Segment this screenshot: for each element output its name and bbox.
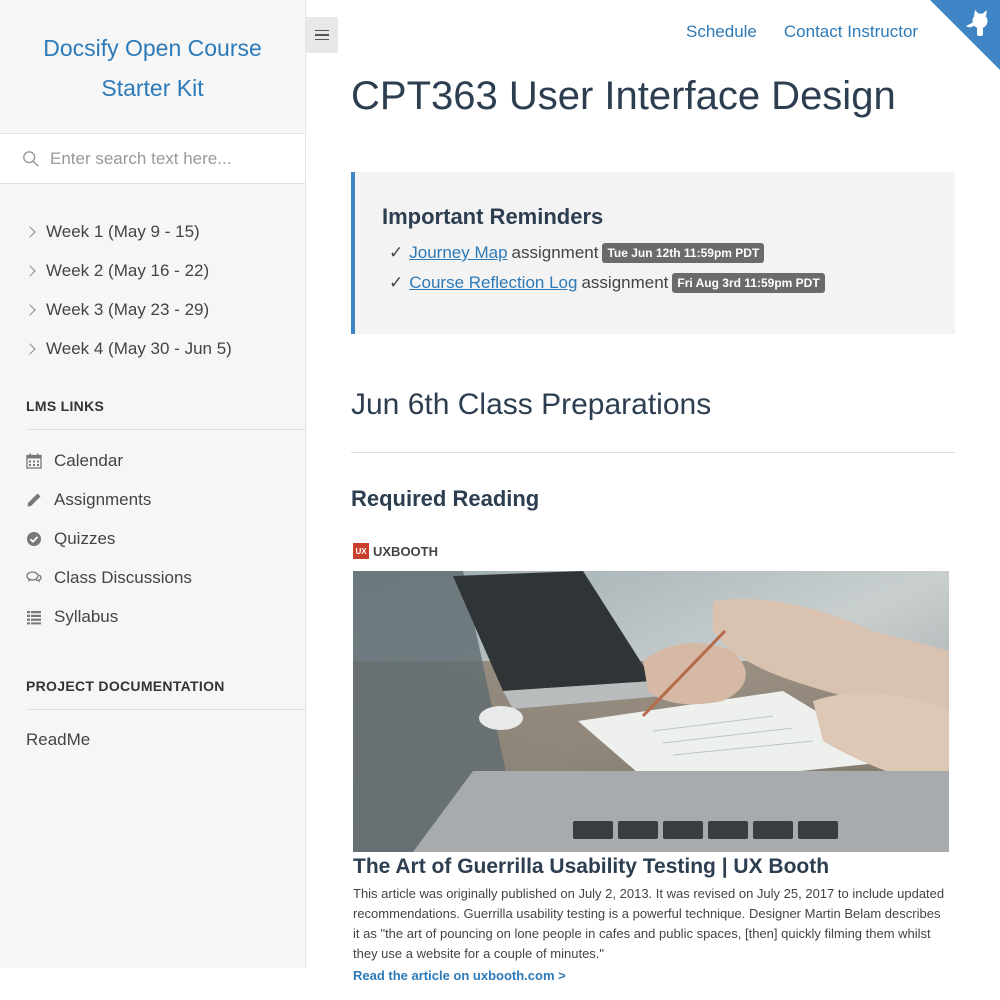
sidebar-item-week-1[interactable]: Week 1 (May 9 - 15) [0, 212, 305, 251]
sidebar-item-label: Week 4 (May 30 - Jun 5) [46, 338, 232, 358]
top-nav: Schedule Contact Instructor [686, 22, 918, 42]
sidebar-item-class-discussions[interactable]: Class Discussions [0, 558, 305, 597]
article-description: This article was originally published on… [353, 886, 945, 961]
github-octocat-icon [930, 0, 1000, 70]
sidebar-item-week-3[interactable]: Week 3 (May 23 - 29) [0, 290, 305, 329]
journey-map-link[interactable]: Journey Map [409, 238, 507, 268]
section-heading: Jun 6th Class Preparations [351, 388, 712, 421]
calendar-icon [26, 453, 42, 469]
pencil-icon [26, 492, 42, 508]
app-name-link-line2[interactable]: Starter Kit [0, 68, 305, 108]
page-title: CPT363 User Interface Design [351, 74, 896, 118]
sidebar-item-calendar[interactable]: Calendar [0, 441, 305, 480]
sidebar-toggle-button[interactable] [306, 17, 338, 53]
chevron-right-icon [24, 225, 36, 238]
sidebar-item-readme[interactable]: ReadMe [0, 730, 305, 750]
read-article-link[interactable]: Read the article on uxbooth.com > [353, 968, 566, 983]
search-icon [23, 150, 39, 167]
subsection-heading: Required Reading [351, 486, 540, 511]
search-bar [0, 134, 305, 184]
divider [26, 429, 306, 430]
sidebar-item-label: Calendar [54, 450, 123, 470]
app-name: Docsify Open Course Starter Kit [0, 0, 305, 134]
sidebar-item-assignments[interactable]: Assignments [0, 480, 305, 519]
sidebar-item-label: Assignments [54, 489, 152, 509]
sidebar-item-week-2[interactable]: Week 2 (May 16 - 22) [0, 251, 305, 290]
reminder-text: assignment [581, 273, 669, 292]
checkmark-icon: ✓ [389, 273, 404, 292]
due-date-badge: Fri Aug 3rd 11:59pm PDT [672, 273, 825, 293]
checkmark-icon: ✓ [389, 243, 404, 262]
nav-link-schedule[interactable]: Schedule [686, 22, 757, 42]
week-list: Week 1 (May 9 - 15) Week 2 (May 16 - 22)… [0, 184, 305, 368]
course-reflection-log-link[interactable]: Course Reflection Log [409, 268, 577, 298]
sidebar-item-label: Syllabus [54, 606, 119, 626]
hamburger-icon-line [315, 38, 329, 41]
reminder-item: ✓ Journey Map assignment Tue Jun 12th 11… [382, 238, 955, 268]
sidebar-item-label: Week 2 (May 16 - 22) [46, 260, 210, 280]
search-input[interactable] [50, 148, 290, 169]
sidebar-item-label: Quizzes [54, 528, 116, 548]
article-title[interactable]: The Art of Guerrilla Usability Testing |… [353, 855, 829, 879]
lms-links-list: Calendar Assignments Quizzes Class Discu… [0, 441, 305, 636]
reminders-heading: Important Reminders [382, 204, 604, 229]
uxbooth-logo: UX [353, 543, 369, 559]
reminder-text: assignment [511, 243, 599, 262]
sidebar-item-syllabus[interactable]: Syllabus [0, 597, 305, 636]
app-name-link-line1[interactable]: Docsify Open Course [0, 28, 305, 68]
hamburger-icon-line [315, 29, 329, 32]
list-icon [26, 609, 42, 625]
lms-links-heading: LMS LINKS [26, 398, 105, 414]
link-card-site: UX UXBOOTH [353, 543, 438, 559]
github-corner-link[interactable] [930, 0, 1000, 70]
divider [26, 709, 306, 710]
chevron-right-icon [24, 264, 36, 277]
project-docs-heading: PROJECT DOCUMENTATION [26, 678, 225, 694]
nav-link-contact-instructor[interactable]: Contact Instructor [784, 22, 918, 42]
reminders-box: Important Reminders ✓ Journey Map assign… [351, 172, 955, 334]
reminder-item: ✓ Course Reflection Log assignment Fri A… [382, 268, 955, 298]
sidebar-item-label: Week 3 (May 23 - 29) [46, 299, 210, 319]
sidebar: Docsify Open Course Starter Kit Week 1 (… [0, 0, 306, 968]
article-thumbnail-image[interactable] [353, 571, 949, 852]
divider [351, 452, 955, 453]
sidebar-item-label: Class Discussions [54, 567, 192, 587]
site-name: UXBOOTH [373, 543, 438, 559]
due-date-badge: Tue Jun 12th 11:59pm PDT [602, 243, 765, 263]
chevron-right-icon [24, 303, 36, 316]
sidebar-item-label: Week 1 (May 9 - 15) [46, 221, 200, 241]
chevron-right-icon [24, 342, 36, 355]
sidebar-item-quizzes[interactable]: Quizzes [0, 519, 305, 558]
comments-icon [26, 570, 42, 586]
check-circle-icon [26, 531, 42, 547]
hamburger-icon-line [315, 34, 329, 36]
sidebar-item-week-4[interactable]: Week 4 (May 30 - Jun 5) [0, 329, 305, 368]
